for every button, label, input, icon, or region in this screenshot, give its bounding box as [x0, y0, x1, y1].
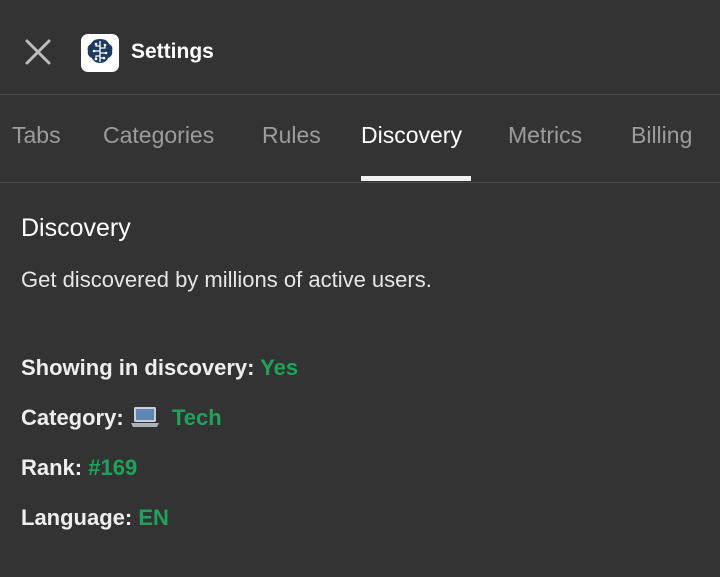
category-label: Category:	[21, 405, 124, 430]
app-logo	[81, 34, 119, 72]
tab-categories[interactable]: Categories	[103, 122, 214, 149]
rank-row: Rank: #169	[21, 455, 137, 481]
active-tab-indicator	[361, 176, 471, 181]
rank-label: Rank:	[21, 455, 83, 480]
rank-value: #169	[88, 455, 138, 480]
category-value: Tech	[171, 405, 222, 430]
tab-rules[interactable]: Rules	[262, 122, 321, 149]
section-description: Get discovered by millions of active use…	[21, 267, 432, 292]
language-row: Language: EN	[21, 505, 169, 531]
showing-value: Yes	[260, 355, 299, 380]
close-button[interactable]	[18, 34, 58, 74]
category-row: Category: Tech	[21, 405, 222, 434]
page-title: Settings	[131, 40, 214, 63]
tab-tabs[interactable]: Tabs	[12, 122, 61, 149]
header-bar: Settings	[0, 0, 720, 95]
laptop-icon	[130, 406, 160, 434]
brain-circuit-icon	[84, 35, 116, 72]
close-icon	[25, 39, 51, 70]
language-label: Language:	[21, 505, 133, 530]
section-title: Discovery	[21, 214, 131, 242]
showing-in-discovery-row: Showing in discovery: Yes	[21, 355, 298, 381]
tab-discovery[interactable]: Discovery	[361, 122, 462, 149]
tab-billing[interactable]: Billing	[631, 122, 692, 149]
showing-label: Showing in discovery:	[21, 355, 255, 380]
tab-metrics[interactable]: Metrics	[508, 122, 582, 149]
tab-bar: Tabs Categories Rules Discovery Metrics …	[0, 95, 720, 183]
language-value: EN	[138, 505, 169, 530]
